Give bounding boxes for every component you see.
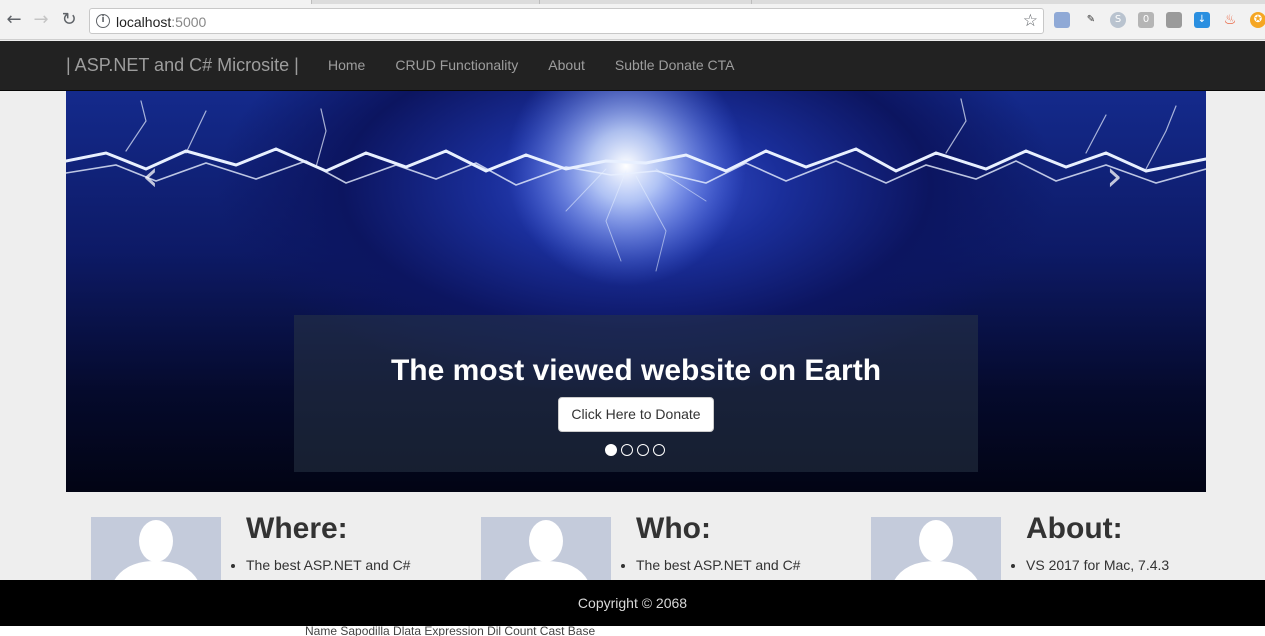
person-silhouette-icon bbox=[113, 520, 199, 581]
site-navbar: | ASP.NET and C# Microsite | Home CRUD F… bbox=[0, 41, 1265, 91]
person-silhouette-icon bbox=[503, 520, 589, 581]
avatar bbox=[91, 517, 221, 581]
underlying-text: Name Sapodilla Dlata Expression Dil Coun… bbox=[305, 626, 596, 636]
list-item: VS 2017 for Mac, 7.4.3 bbox=[1026, 555, 1208, 575]
carousel-next-icon[interactable]: › bbox=[1106, 151, 1123, 200]
carousel-indicator-4[interactable] bbox=[653, 444, 665, 456]
extension-fire-icon[interactable]: ♨ bbox=[1222, 12, 1238, 28]
avatar bbox=[481, 517, 611, 581]
extension-skype-icon[interactable]: S bbox=[1110, 12, 1126, 28]
nav-crud[interactable]: CRUD Functionality bbox=[380, 41, 533, 91]
person-silhouette-icon bbox=[893, 520, 979, 581]
column-heading: Where: bbox=[246, 512, 348, 545]
extension-download-icon[interactable]: ↓ bbox=[1194, 12, 1210, 28]
carousel-indicator-3[interactable] bbox=[637, 444, 649, 456]
column-heading: About: bbox=[1026, 512, 1123, 545]
extension-eyedropper-icon[interactable]: ✎ bbox=[1083, 12, 1099, 28]
nav-links: Home CRUD Functionality About Subtle Don… bbox=[313, 41, 749, 91]
site-footer: Copyright © 2068 bbox=[0, 580, 1265, 626]
donate-button[interactable]: Click Here to Donate bbox=[558, 397, 714, 432]
extension-grey-icon[interactable] bbox=[1166, 12, 1182, 28]
list-item: The best ASP.NET and C# bbox=[246, 555, 428, 575]
tab-active[interactable] bbox=[0, 0, 312, 4]
carousel-caption: The most viewed website on Earth Click H… bbox=[294, 315, 978, 472]
carousel-indicators bbox=[605, 444, 665, 456]
address-bar[interactable]: i localhost:5000 ☆ bbox=[89, 8, 1044, 34]
carousel-indicator-1[interactable] bbox=[605, 444, 617, 456]
hero-carousel: ‹ › The most viewed website on Earth Cli… bbox=[66, 91, 1206, 492]
nav-home[interactable]: Home bbox=[313, 41, 380, 91]
extension-card-icon[interactable] bbox=[1054, 12, 1070, 28]
nav-about[interactable]: About bbox=[533, 41, 600, 91]
avatar bbox=[871, 517, 1001, 581]
list-item: The best ASP.NET and C# bbox=[636, 555, 818, 575]
bookmark-star-icon[interactable]: ☆ bbox=[1023, 11, 1038, 31]
tab[interactable] bbox=[540, 0, 752, 4]
carousel-indicator-2[interactable] bbox=[621, 444, 633, 456]
tab[interactable] bbox=[312, 0, 540, 4]
copyright-text: Copyright © 2068 bbox=[577, 595, 688, 611]
url-port: :5000 bbox=[171, 14, 207, 30]
column-heading: Who: bbox=[636, 512, 711, 545]
forward-arrow-icon[interactable]: → bbox=[31, 10, 51, 30]
extension-orange-icon[interactable]: ✪ bbox=[1250, 12, 1265, 28]
browser-toolbar: ← → ↻ i localhost:5000 ☆ ✎ S 0 ↓ ♨ ✪ bbox=[0, 0, 1265, 40]
reload-icon[interactable]: ↻ bbox=[59, 10, 79, 30]
nav-donate[interactable]: Subtle Donate CTA bbox=[600, 41, 750, 91]
tab-strip bbox=[0, 0, 1265, 4]
back-arrow-icon[interactable]: ← bbox=[4, 10, 24, 30]
carousel-prev-icon[interactable]: ‹ bbox=[142, 151, 159, 200]
extension-zero-icon[interactable]: 0 bbox=[1138, 12, 1154, 28]
site-brand[interactable]: | ASP.NET and C# Microsite | bbox=[66, 55, 299, 76]
info-icon[interactable]: i bbox=[96, 14, 110, 28]
carousel-title: The most viewed website on Earth bbox=[390, 354, 882, 387]
url-text[interactable]: localhost:5000 bbox=[116, 14, 206, 30]
url-host: localhost bbox=[116, 14, 172, 30]
underlying-content: Name Sapodilla Dlata Expression Dil Coun… bbox=[0, 626, 1265, 636]
